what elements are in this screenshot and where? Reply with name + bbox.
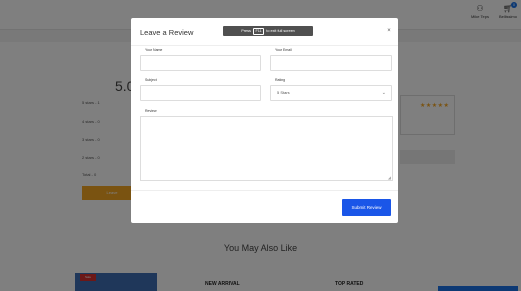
chevron-down-icon: ⌄ — [381, 90, 386, 96]
email-input[interactable] — [270, 55, 392, 71]
submit-review-button[interactable]: Submit Review — [342, 199, 391, 216]
fullscreen-notice-prefix: Press — [241, 29, 251, 33]
subject-input[interactable] — [140, 85, 261, 101]
resize-handle-icon[interactable]: ◢ — [388, 176, 391, 180]
close-icon[interactable]: × — [385, 27, 393, 35]
review-label: Review — [145, 109, 157, 113]
fullscreen-notice: Press F11 to exit full screen — [223, 26, 313, 36]
leave-review-modal: Leave a Review × Your Name Your Email Su… — [131, 18, 398, 223]
modal-header-divider — [131, 45, 398, 46]
review-textarea[interactable]: ◢ — [140, 116, 393, 181]
rating-label: Rating — [275, 78, 286, 82]
modal-title: Leave a Review — [140, 28, 194, 37]
subject-label: Subject — [145, 78, 157, 82]
name-input[interactable] — [140, 55, 261, 71]
fullscreen-notice-suffix: to exit full screen — [266, 29, 295, 33]
rating-select[interactable]: 5 Stars ⌄ — [270, 85, 392, 101]
email-label: Your Email — [275, 48, 292, 52]
f11-key: F11 — [252, 28, 265, 35]
name-label: Your Name — [145, 48, 163, 52]
rating-select-value: 5 Stars — [277, 90, 290, 95]
modal-footer-divider — [131, 190, 398, 191]
